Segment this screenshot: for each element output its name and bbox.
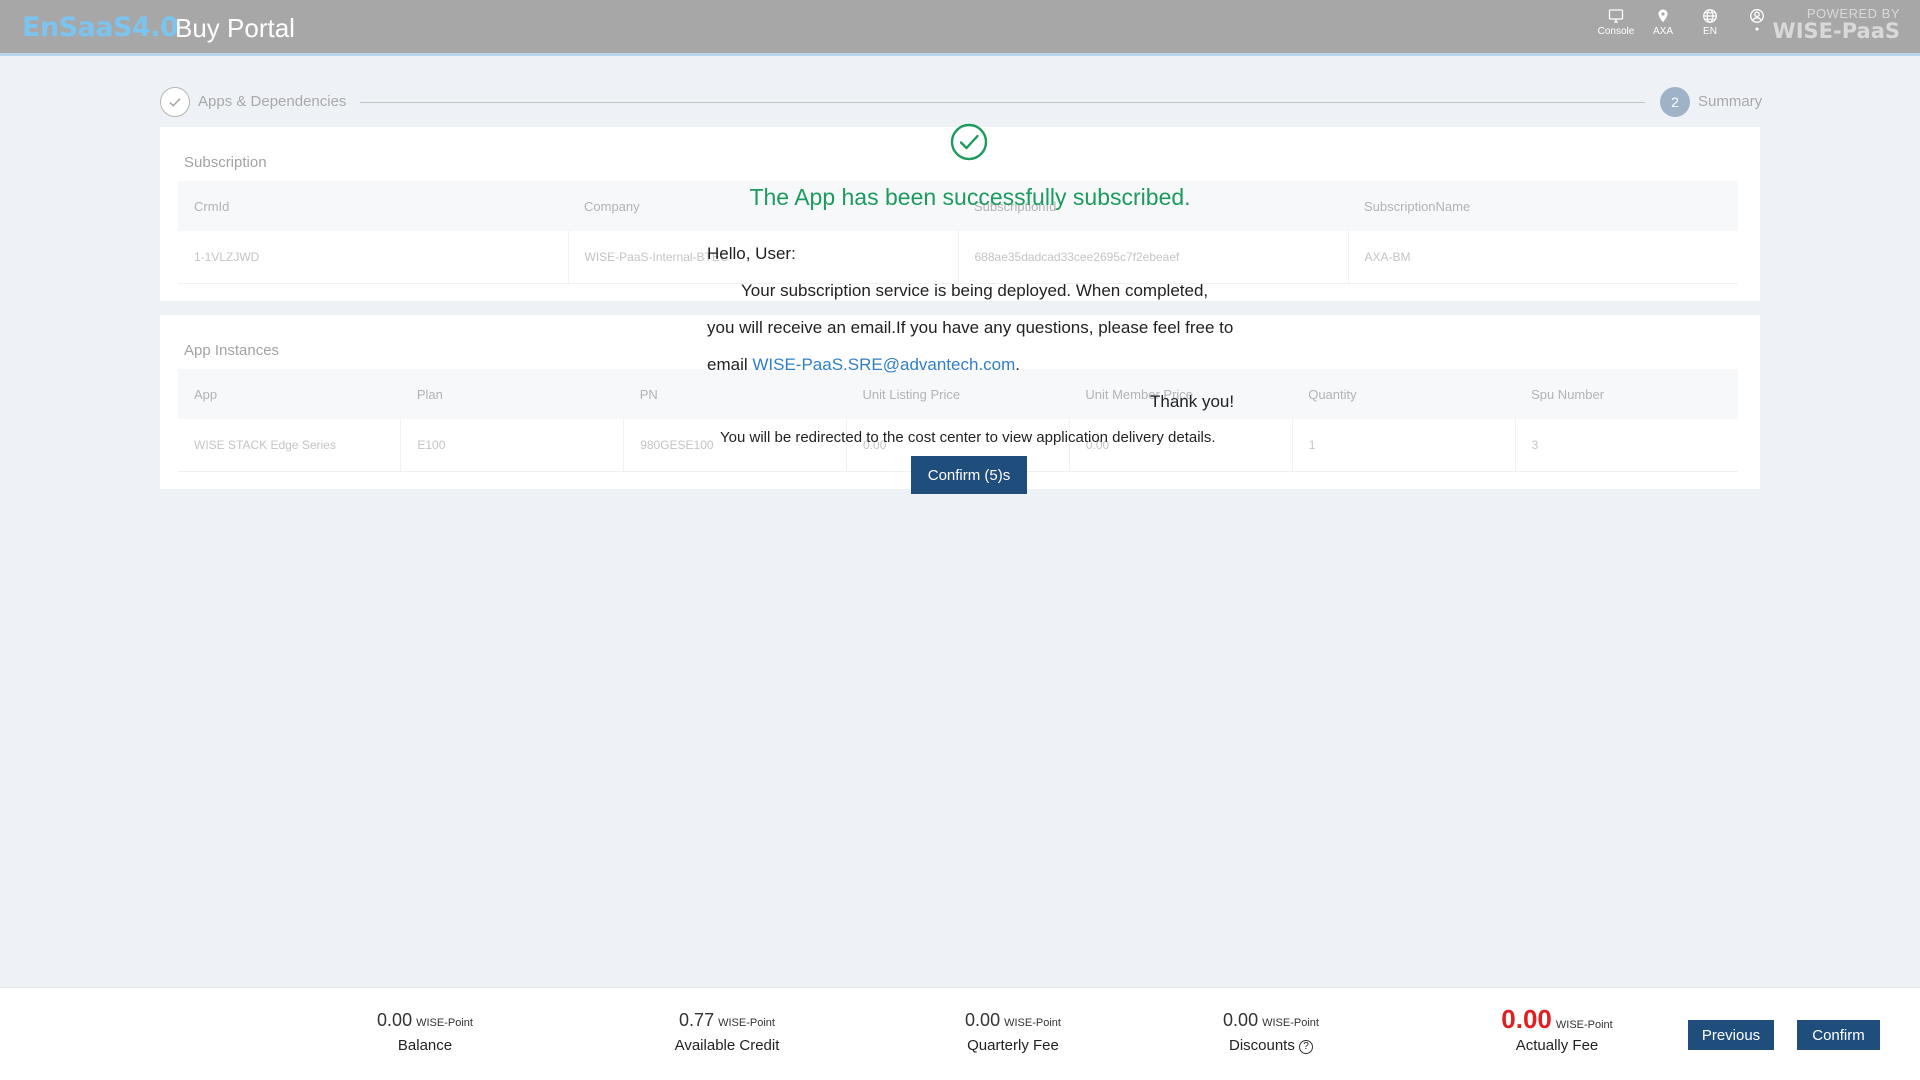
help-icon[interactable]: ? — [1299, 1040, 1314, 1054]
cell-subscriptionid: 688ae35dadcad33cee2695c7f2ebeaef — [958, 231, 1349, 284]
brand-logo[interactable]: EnSaaS4.0 — [22, 12, 179, 43]
location-pin-icon — [1658, 9, 1668, 23]
deploy-message-line3: email WISE-PaaS.SRE@advantech.com. — [707, 355, 1020, 375]
cell-crmid: 1-1VLZJWD — [178, 231, 569, 284]
available-credit-label: Available Credit — [674, 1037, 780, 1054]
quarterly-fee-unit: WISE-Point — [1004, 1017, 1061, 1029]
top-header: EnSaaS4.0 Buy Portal Console AXA EN ● PO… — [0, 0, 1920, 56]
column-header-plan: Plan — [400, 369, 624, 419]
cell-quantity: 1 — [1292, 419, 1516, 472]
email-suffix: . — [1015, 355, 1021, 374]
user-status-dot: ● — [1754, 26, 1760, 33]
powered-by-logo: POWERED BY WISE-PaaS — [1773, 6, 1900, 43]
fee-actually: 0.00 WISE-Point Actually Fee — [1457, 1004, 1657, 1054]
fee-summary-footer: 0.00 WISE-Point Balance 0.77 WISE-Point Av… — [0, 987, 1920, 1080]
cell-spu-number: 3 — [1515, 419, 1738, 472]
check-icon — [169, 98, 181, 107]
region-button[interactable]: AXA — [1641, 8, 1685, 44]
success-check-icon — [950, 123, 988, 161]
column-header-app: App — [178, 369, 401, 419]
column-header-spu-number: Spu Number — [1515, 369, 1738, 419]
step-summary[interactable]: Summary — [1698, 93, 1762, 110]
available-credit-unit: WISE-Point — [718, 1017, 775, 1029]
column-header-unit-listing-price: Unit Listing Price — [846, 369, 1070, 419]
table-header-row: App Plan PN Unit Listing Price Unit Memb… — [178, 369, 1738, 419]
email-prefix: email — [707, 355, 753, 374]
column-header-crmid: CrmId — [178, 181, 568, 231]
language-label: EN — [1703, 26, 1717, 37]
app-instances-title: App Instances — [184, 342, 280, 359]
table-row: 1-1VLZJWD WISE-PaaS-Internal-BTEC 688ae3… — [178, 231, 1738, 284]
step-done-indicator — [160, 87, 190, 117]
fee-discounts: 0.00 WISE-Point Discounts ? — [1171, 1010, 1371, 1054]
balance-label: Balance — [397, 1037, 453, 1054]
available-credit-value: 0.77 — [679, 1010, 715, 1030]
greeting-text: Hello, User: — [707, 244, 796, 263]
support-email-link[interactable]: WISE-PaaS.SRE@advantech.com — [752, 355, 1015, 374]
subscription-title: Subscription — [184, 154, 267, 171]
deploy-message-line2: you will receive an email.If you have an… — [707, 318, 1234, 337]
portal-title: Buy Portal — [175, 13, 295, 43]
actually-fee-value: 0.00 — [1501, 1004, 1552, 1034]
fee-quarterly: 0.00 WISE-Point Quarterly Fee — [913, 1010, 1113, 1054]
console-button[interactable]: Console — [1594, 8, 1638, 44]
quarterly-fee-value: 0.00 — [965, 1010, 1001, 1030]
cell-subscriptionname: AXA-BM — [1348, 231, 1738, 284]
console-label: Console — [1597, 26, 1635, 37]
monitor-icon — [1608, 9, 1624, 23]
wise-paas-logo: WISE-PaaS — [1772, 19, 1900, 43]
discounts-label: Discounts — [1228, 1037, 1295, 1054]
deploy-message-line1: Your subscription service is being deplo… — [741, 281, 1209, 300]
previous-button[interactable]: Previous — [1688, 1020, 1774, 1050]
column-header-subscriptionname: SubscriptionName — [1348, 181, 1738, 231]
progress-stepper: Apps & Dependencies 2 Summary — [160, 86, 1762, 118]
language-button[interactable]: EN — [1688, 8, 1732, 44]
discounts-value: 0.00 — [1223, 1010, 1259, 1030]
column-header-pn: PN — [623, 369, 847, 419]
quarterly-fee-label: Quarterly Fee — [967, 1037, 1059, 1054]
step-apps-dependencies[interactable]: Apps & Dependencies — [198, 93, 346, 110]
success-title: The App has been successfully subscribed… — [749, 184, 1191, 210]
confirm-countdown-button[interactable]: Confirm (5)s — [911, 456, 1027, 494]
fee-balance: 0.00 WISE-Point Balance — [325, 1010, 525, 1054]
cell-app: WISE STACK Edge Series — [178, 419, 402, 472]
discounts-unit: WISE-Point — [1262, 1017, 1319, 1029]
discounts-label-row: Discounts ? — [1171, 1037, 1371, 1054]
actually-fee-label: Actually Fee — [1515, 1037, 1599, 1054]
redirect-note: You will be redirected to the cost cente… — [720, 429, 1216, 446]
user-icon — [1750, 9, 1764, 23]
cell-plan: E100 — [400, 419, 625, 472]
balance-value: 0.00 — [377, 1010, 413, 1030]
fee-available-credit: 0.77 WISE-Point Available Credit — [627, 1010, 827, 1054]
thank-you-text: Thank you! — [1150, 392, 1235, 411]
region-label: AXA — [1652, 26, 1673, 37]
column-header-quantity: Quantity — [1292, 369, 1516, 419]
globe-icon — [1703, 9, 1717, 23]
balance-unit: WISE-Point — [416, 1017, 473, 1029]
confirm-button[interactable]: Confirm — [1797, 1020, 1880, 1050]
step-number-indicator: 2 — [1660, 87, 1690, 117]
actually-fee-unit: WISE-Point — [1555, 1019, 1613, 1031]
step-connector — [360, 102, 1645, 103]
